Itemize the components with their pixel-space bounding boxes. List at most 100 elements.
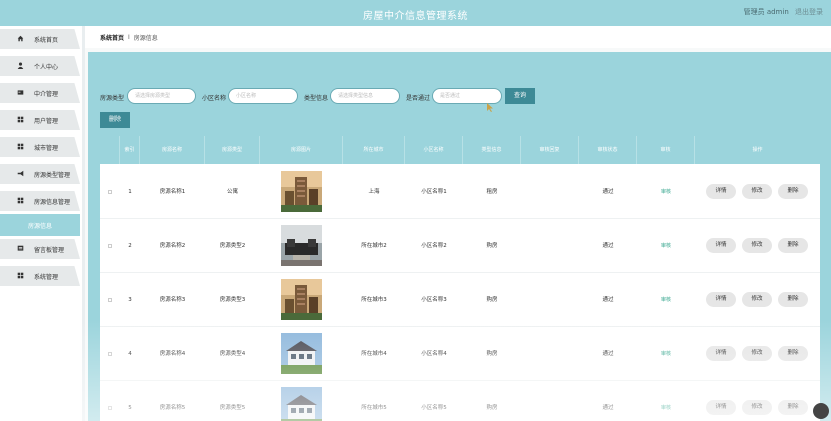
col-header-audit: 审核 — [637, 136, 695, 164]
filter-type-info-label: 类型信息 — [304, 95, 329, 102]
house-thumbnail[interactable] — [281, 225, 322, 266]
audit-link[interactable]: 审核 — [637, 273, 695, 327]
filter-pass-input[interactable]: 是否通过 — [432, 88, 502, 104]
col-header-community: 小区名称 — [405, 136, 463, 164]
table-row: 3 房源名称3 房源类型3 所在城市3 小区名称3 购房 通过 审核 详情 修改… — [100, 273, 820, 327]
sidebar-item-label: 系统管理 — [34, 273, 59, 281]
detail-button[interactable]: 详情 — [706, 346, 736, 361]
cell-index: 3 — [128, 297, 132, 303]
delete-button[interactable]: 删除 — [778, 346, 808, 361]
house-thumbnail[interactable] — [281, 171, 322, 212]
breadcrumb-home[interactable]: 系统首页 — [100, 33, 124, 42]
sidebar-item-label: 中介管理 — [34, 90, 59, 98]
grid-icon — [17, 143, 24, 150]
sidebar-item-label: 系统首页 — [34, 36, 59, 44]
col-header-select[interactable] — [100, 136, 120, 164]
col-header-name: 房源名称 — [140, 136, 205, 164]
sidebar-item-messages[interactable]: 留言板管理 — [0, 239, 80, 259]
row-checkbox[interactable] — [108, 406, 112, 410]
sidebar-item-agents[interactable]: 中介管理 — [0, 83, 80, 103]
sidebar-item-label: 房源类型管理 — [34, 171, 71, 179]
edit-button[interactable]: 修改 — [742, 400, 772, 415]
cell-reply — [521, 165, 579, 219]
sidebar-item-profile[interactable]: 个人中心 — [0, 56, 80, 76]
cell-community: 小区名称5 — [421, 405, 447, 411]
tag-icon — [17, 170, 24, 177]
cell-status: 通过 — [602, 405, 614, 411]
cell-city: 上海 — [368, 189, 380, 195]
filter-type-info-select[interactable]: 请选择类型信息 — [330, 88, 400, 104]
house-thumbnail[interactable] — [281, 387, 322, 421]
breadcrumb-current: 房源信息 — [133, 34, 158, 42]
cell-index: 4 — [128, 351, 132, 357]
cell-status: 通过 — [602, 189, 614, 195]
delete-button[interactable]: 删除 — [778, 400, 808, 415]
edit-button[interactable]: 修改 — [742, 238, 772, 253]
top-bar: 房屋中介信息管理系统 管理员 admin 退出登录 — [0, 0, 831, 26]
cell-index: 5 — [128, 405, 132, 411]
cell-community: 小区名称3 — [421, 297, 447, 303]
sidebar-item-house-info[interactable]: 房源信息管理 — [0, 191, 80, 211]
delete-button[interactable]: 删除 — [778, 238, 808, 253]
cell-name: 房源名称5 — [159, 405, 186, 411]
row-checkbox[interactable] — [108, 298, 112, 302]
audit-link[interactable]: 审核 — [637, 165, 695, 219]
cell-info: 购房 — [486, 351, 498, 357]
grid-icon — [17, 116, 24, 123]
home-icon — [17, 35, 24, 42]
cell-type: 房源类型3 — [219, 297, 246, 303]
cell-community: 小区名称2 — [421, 243, 447, 249]
edit-button[interactable]: 修改 — [742, 184, 772, 199]
filter-type-select[interactable]: 请选择房源类型 — [127, 88, 196, 104]
main-area: 系统首页 I 房源信息 房源类型 请选择房源类型 小区名称 小区名称 类型信息 … — [85, 26, 831, 421]
cell-status: 通过 — [602, 351, 614, 357]
detail-button[interactable]: 详情 — [706, 238, 736, 253]
table-row: 1 房源名称1 公寓 上海 小区名称1 租房 通过 审核 详情 修改 删除 — [100, 165, 820, 219]
cell-type: 公寓 — [226, 189, 238, 195]
sidebar-item-users[interactable]: 用户管理 — [0, 110, 80, 130]
grid-icon — [17, 197, 24, 204]
batch-delete-button[interactable]: 删除 — [100, 112, 130, 128]
cell-city: 所在城市3 — [361, 297, 387, 303]
row-checkbox[interactable] — [108, 352, 112, 356]
detail-button[interactable]: 详情 — [706, 400, 736, 415]
cell-type: 房源类型2 — [219, 243, 246, 249]
cell-info: 购房 — [486, 243, 498, 249]
sidebar-item-home[interactable]: 系统首页 — [0, 29, 80, 49]
edit-button[interactable]: 修改 — [742, 346, 772, 361]
table-row: 5 房源名称5 房源类型5 所在城市5 小区名称5 购房 通过 审核 详情 修改… — [100, 381, 820, 421]
col-header-actions: 操作 — [752, 147, 763, 153]
cell-status: 通过 — [602, 297, 614, 303]
audit-link[interactable]: 审核 — [637, 219, 695, 273]
audit-link[interactable]: 审核 — [637, 381, 695, 421]
delete-button[interactable]: 删除 — [778, 184, 808, 199]
floating-widget-icon[interactable] — [813, 403, 829, 419]
cell-status: 通过 — [602, 243, 614, 249]
edit-button[interactable]: 修改 — [742, 292, 772, 307]
sidebar-item-house-types[interactable]: 房源类型管理 — [0, 164, 80, 184]
filter-community-input[interactable]: 小区名称 — [228, 88, 298, 104]
detail-button[interactable]: 详情 — [706, 292, 736, 307]
col-header-reply: 审核回复 — [521, 136, 579, 164]
house-thumbnail[interactable] — [281, 279, 322, 320]
sidebar-subitem-house-info[interactable]: 房源信息 — [0, 214, 80, 236]
cell-reply — [521, 273, 579, 327]
cell-community: 小区名称4 — [421, 351, 447, 357]
app-title: 房屋中介信息管理系统 — [363, 11, 468, 22]
sidebar-item-system[interactable]: 系统管理 — [0, 266, 80, 286]
house-thumbnail[interactable] — [281, 333, 322, 374]
cell-city: 所在城市4 — [361, 351, 387, 357]
detail-button[interactable]: 详情 — [706, 184, 736, 199]
sidebar-item-cities[interactable]: 城市管理 — [0, 137, 80, 157]
filter-type-label: 房源类型 — [100, 95, 125, 102]
cell-reply — [521, 219, 579, 273]
row-checkbox[interactable] — [108, 244, 112, 248]
logout-link[interactable]: 退出登录 — [795, 8, 823, 16]
content-panel: 房源类型 请选择房源类型 小区名称 小区名称 类型信息 请选择类型信息 是否通过… — [88, 52, 831, 421]
row-checkbox[interactable] — [108, 190, 112, 194]
cell-type: 房源类型5 — [219, 405, 246, 411]
query-button[interactable]: 查询 — [505, 88, 535, 104]
delete-button[interactable]: 删除 — [778, 292, 808, 307]
card-icon — [17, 90, 24, 95]
audit-link[interactable]: 审核 — [637, 327, 695, 381]
